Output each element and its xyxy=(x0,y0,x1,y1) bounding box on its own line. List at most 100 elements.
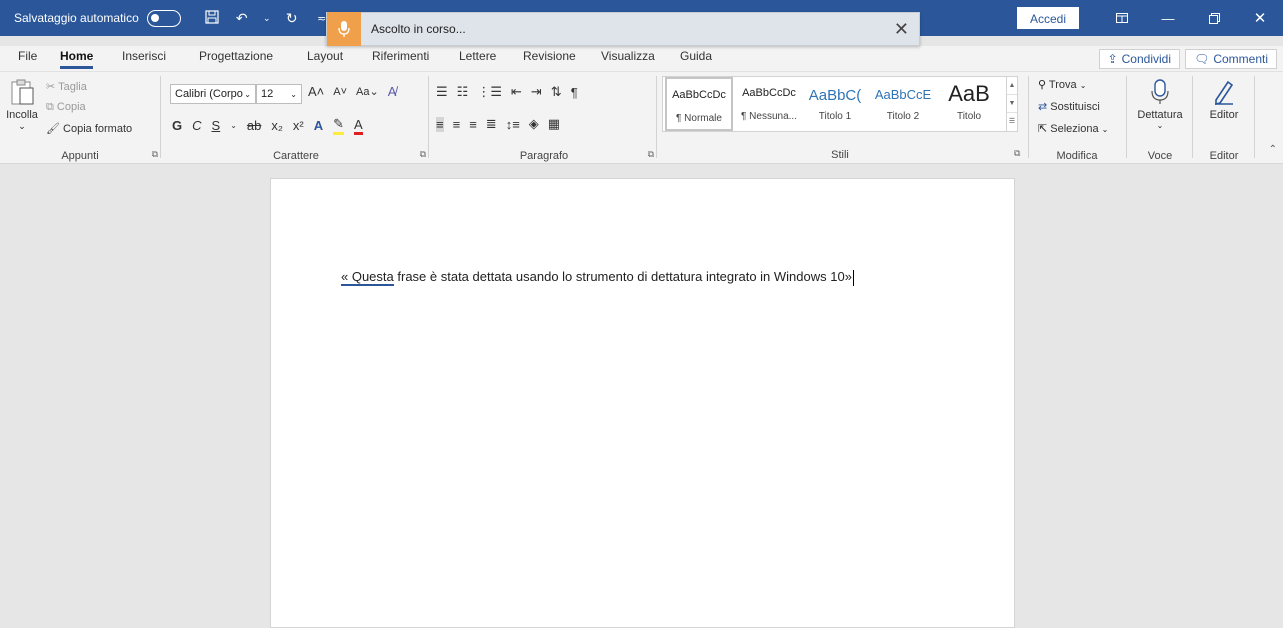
chevron-down-icon[interactable]: ⌄ xyxy=(1130,121,1190,130)
tab-insert[interactable]: Inserisci xyxy=(122,49,166,69)
align-right-icon[interactable]: ≡ xyxy=(469,117,477,132)
redo-icon[interactable]: ↻ xyxy=(283,10,301,27)
tab-view[interactable]: Visualizza xyxy=(601,49,655,69)
style-no-spacing[interactable]: AaBbCcDc ¶ Nessuna... xyxy=(735,77,803,131)
document-paragraph[interactable]: « Questa frase è stata dettata usando lo… xyxy=(341,269,854,286)
paste-button[interactable]: Incolla ⌄ xyxy=(4,78,40,132)
autosave-label: Salvataggio automatico xyxy=(14,11,139,25)
tab-review[interactable]: Revisione xyxy=(523,49,576,69)
undo-icon[interactable]: ↶ xyxy=(233,10,251,27)
ribbon-tabs: File Home Inserisci Progettazione Layout… xyxy=(0,46,1283,72)
style-title[interactable]: AaB Titolo xyxy=(935,77,1003,131)
chevron-down-icon: ⌄ xyxy=(290,89,297,99)
style-preview: AaBbCcE xyxy=(874,87,932,102)
format-painter-button[interactable]: 🖌 Copia formato xyxy=(46,122,132,135)
paragraph-toolbar-bottom: ≡ ≡ ≡ ≣ ↕≡ ◈ ▦ xyxy=(436,116,560,132)
multilevel-list-icon[interactable]: ⋮☰ xyxy=(477,84,502,100)
close-icon[interactable]: ✕ xyxy=(894,20,909,38)
autosave-toggle[interactable] xyxy=(146,9,181,27)
dictate-button[interactable]: Dettatura ⌄ xyxy=(1130,78,1190,130)
font-name-combo[interactable]: Calibri (Corpo ⌄ xyxy=(170,84,256,104)
dialog-launcher-icon[interactable]: ⧉ xyxy=(648,149,654,160)
subscript-icon[interactable]: x₂ xyxy=(271,118,283,133)
numbering-icon[interactable]: ☷ xyxy=(457,84,469,100)
font-size-combo[interactable]: 12 ⌄ xyxy=(256,84,302,104)
editor-label: Editor xyxy=(1209,109,1239,121)
microphone-icon[interactable] xyxy=(327,12,361,46)
text-effects-icon[interactable]: A xyxy=(314,118,323,133)
dialog-launcher-icon[interactable]: ⧉ xyxy=(420,149,426,160)
dialog-launcher-icon[interactable]: ⧉ xyxy=(152,149,158,160)
tab-home[interactable]: Home xyxy=(60,49,94,69)
bold-icon[interactable]: G xyxy=(172,118,182,133)
group-editor: Editor Editor xyxy=(1196,74,1252,162)
find-button[interactable]: ⚲ Trova ⌄ xyxy=(1038,78,1086,91)
save-icon[interactable] xyxy=(203,9,221,27)
line-spacing-icon[interactable]: ↕≡ xyxy=(506,117,520,132)
dialog-launcher-icon[interactable]: ⧉ xyxy=(1014,148,1020,159)
divider xyxy=(160,76,161,158)
style-heading-1[interactable]: AaBbC( Titolo 1 xyxy=(801,77,869,131)
clear-formatting-icon[interactable]: A̸ xyxy=(388,84,397,99)
pilcrow-icon[interactable]: ¶ xyxy=(571,85,578,100)
copy-button[interactable]: ⧉ Copia xyxy=(46,101,86,114)
select-button[interactable]: ⇱ Seleziona ⌄ xyxy=(1038,122,1108,135)
superscript-icon[interactable]: x² xyxy=(293,118,304,133)
cut-label: Taglia xyxy=(58,81,87,93)
comments-button[interactable]: 🗨 Commenti xyxy=(1185,49,1277,69)
align-center-icon[interactable]: ≡ xyxy=(453,117,461,132)
increase-indent-icon[interactable]: ⇥ xyxy=(531,84,542,100)
scroll-up-icon[interactable]: ▲ xyxy=(1007,77,1017,95)
bullets-icon[interactable]: ☰ xyxy=(436,84,448,100)
signin-button[interactable]: Accedi xyxy=(1016,7,1079,29)
font-size-value: 12 xyxy=(261,88,274,100)
divider xyxy=(1028,76,1029,158)
sort-icon[interactable]: ⇅ xyxy=(551,84,562,100)
editor-button[interactable]: Editor xyxy=(1196,78,1252,121)
undo-dropdown-icon[interactable]: ⌄ xyxy=(263,13,271,24)
chevron-down-icon[interactable]: ⌄ xyxy=(230,121,237,130)
tab-design[interactable]: Progettazione xyxy=(199,49,273,69)
tab-help[interactable]: Guida xyxy=(680,49,712,69)
shading-icon[interactable]: ◈ xyxy=(529,116,539,132)
collapse-ribbon-icon[interactable]: ⌃ xyxy=(1269,144,1277,155)
font-toolbar-bottom: G C S ⌄ ab x₂ x² A ✎ A xyxy=(172,116,363,135)
style-preview: AaB xyxy=(948,81,990,106)
chevron-down-icon: ⌄ xyxy=(244,89,251,99)
justify-icon[interactable]: ≣ xyxy=(486,116,497,132)
tab-layout[interactable]: Layout xyxy=(307,49,343,69)
share-button[interactable]: ⇪ Condividi xyxy=(1098,49,1180,69)
cut-button[interactable]: ✂ Taglia xyxy=(46,80,87,93)
tab-file[interactable]: File xyxy=(18,49,37,69)
tab-mailings[interactable]: Lettere xyxy=(459,49,496,69)
comments-label: Commenti xyxy=(1213,52,1268,66)
paste-dropdown-icon[interactable]: ⌄ xyxy=(4,121,40,132)
close-window-icon[interactable]: ✕ xyxy=(1237,0,1283,36)
align-left-icon[interactable]: ≡ xyxy=(436,116,444,132)
restore-icon[interactable] xyxy=(1191,0,1237,36)
document-page[interactable]: « Questa frase è stata dettata usando lo… xyxy=(270,178,1015,628)
tab-references[interactable]: Riferimenti xyxy=(372,49,429,69)
group-label-voice: Voce xyxy=(1147,150,1173,162)
clipboard-icon xyxy=(4,78,40,109)
underline-icon[interactable]: S xyxy=(212,118,221,133)
borders-icon[interactable]: ▦ xyxy=(548,116,560,132)
grow-font-icon[interactable]: A˄ xyxy=(308,84,324,99)
more-styles-icon[interactable]: ☰ xyxy=(1007,113,1017,131)
copy-label: Copia xyxy=(56,101,86,113)
decrease-indent-icon[interactable]: ⇤ xyxy=(511,84,522,100)
replace-button[interactable]: ⇄ Sostituisci xyxy=(1038,100,1100,113)
italic-icon[interactable]: C xyxy=(192,118,201,133)
change-case-icon[interactable]: Aa⌄ xyxy=(356,85,379,98)
highlight-icon[interactable]: ✎ xyxy=(333,116,345,135)
style-normal[interactable]: AaBbCcDc ¶ Normale xyxy=(665,77,733,131)
minimize-icon[interactable]: — xyxy=(1145,0,1191,36)
paragraph-toolbar-top: ☰ ☷ ⋮☰ ⇤ ⇥ ⇅ ¶ xyxy=(436,84,578,100)
style-heading-2[interactable]: AaBbCcE Titolo 2 xyxy=(869,77,937,131)
scroll-down-icon[interactable]: ▼ xyxy=(1007,95,1017,113)
ribbon-display-options-icon[interactable] xyxy=(1099,0,1145,36)
strikethrough-icon[interactable]: ab xyxy=(247,118,261,133)
shrink-font-icon[interactable]: A˅ xyxy=(333,86,347,98)
group-label-clipboard: Appunti xyxy=(61,150,99,162)
font-color-icon[interactable]: A xyxy=(354,117,363,135)
